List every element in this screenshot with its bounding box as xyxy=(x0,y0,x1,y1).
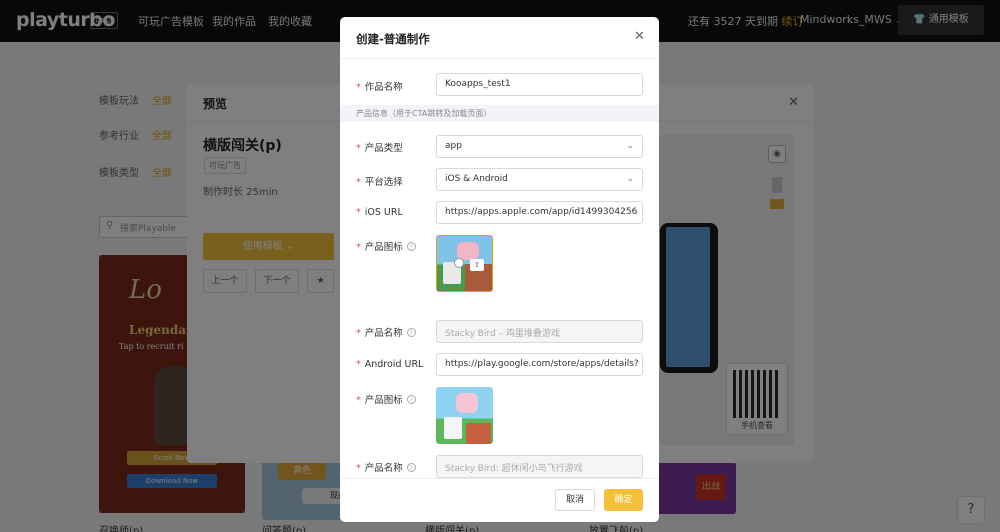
platform-value: iOS & Android xyxy=(445,174,508,184)
icon-bird xyxy=(456,393,478,413)
required-marker: * xyxy=(356,143,361,154)
help-icon[interactable]: ? xyxy=(406,328,416,337)
dialog-title: 创建-普通制作 xyxy=(356,32,430,46)
help-icon[interactable]: ? xyxy=(406,395,416,404)
required-marker: * xyxy=(356,82,361,93)
help-icon[interactable]: ? xyxy=(406,463,416,472)
required-marker: * xyxy=(356,359,361,370)
android-product-icon-upload[interactable] xyxy=(436,387,493,444)
ios-product-icon-label: * 产品图标? xyxy=(356,239,416,253)
required-marker: * xyxy=(356,395,361,406)
chevron-down-icon: ⌄ xyxy=(626,141,634,151)
platform-select[interactable]: iOS & Android ⌄ xyxy=(436,168,643,191)
confirm-button[interactable]: 确定 xyxy=(604,489,643,511)
product-info-section: 产品信息（用于CTA跳转及加载页面） xyxy=(340,105,659,122)
work-name-input[interactable]: Kooapps_test1 xyxy=(436,73,643,96)
product-type-label: * 产品类型 xyxy=(356,143,403,154)
platform-label: * 平台选择 xyxy=(356,177,403,188)
icon-dirt-block xyxy=(466,423,491,444)
ios-product-name-label: * 产品名称? xyxy=(356,325,416,339)
ios-url-input[interactable]: https://apps.apple.com/app/id1499304256 xyxy=(436,201,643,224)
required-marker: * xyxy=(356,177,361,188)
icon-remove-dot[interactable] xyxy=(454,258,464,268)
android-url-input[interactable]: https://play.google.com/store/apps/detai… xyxy=(436,353,643,376)
dialog-body: * 作品名称 Kooapps_test1 产品信息（用于CTA跳转及加载页面） *… xyxy=(340,60,659,478)
icon-dice-block xyxy=(444,417,462,439)
close-icon[interactable]: ✕ xyxy=(634,29,645,44)
required-marker: * xyxy=(356,463,361,474)
dialog-header: 创建-普通制作 ✕ xyxy=(340,17,659,59)
product-info-note: 产品信息（用于CTA跳转及加载页面） xyxy=(356,109,492,118)
upload-icon[interactable]: ⇧ xyxy=(470,259,484,271)
product-type-select[interactable]: app ⌄ xyxy=(436,135,643,158)
required-marker: * xyxy=(356,328,361,339)
dialog-footer: 取消 确定 xyxy=(340,478,659,522)
ios-product-name-input[interactable]: Stacky Bird – 鸡蛋堆叠游戏 xyxy=(436,320,643,343)
cancel-button[interactable]: 取消 xyxy=(555,489,595,511)
required-marker: * xyxy=(356,207,361,218)
ios-url-label: * iOS URL xyxy=(356,207,403,218)
required-marker: * xyxy=(356,242,361,253)
android-product-name-label: * 产品名称? xyxy=(356,460,416,474)
product-type-value: app xyxy=(445,141,462,151)
work-name-label: * 作品名称 xyxy=(356,82,403,93)
create-dialog: 创建-普通制作 ✕ * 作品名称 Kooapps_test1 产品信息（用于CTA… xyxy=(340,17,659,522)
android-product-icon-label: * 产品图标? xyxy=(356,392,416,406)
android-product-name-input[interactable]: Stacky Bird: 超休闲小鸟飞行游戏 xyxy=(436,455,643,478)
android-url-label: * Android URL xyxy=(356,359,424,370)
help-icon[interactable]: ? xyxy=(406,242,416,251)
ios-product-icon-upload[interactable]: ⇧ xyxy=(436,235,493,292)
chevron-down-icon: ⌄ xyxy=(626,174,634,184)
